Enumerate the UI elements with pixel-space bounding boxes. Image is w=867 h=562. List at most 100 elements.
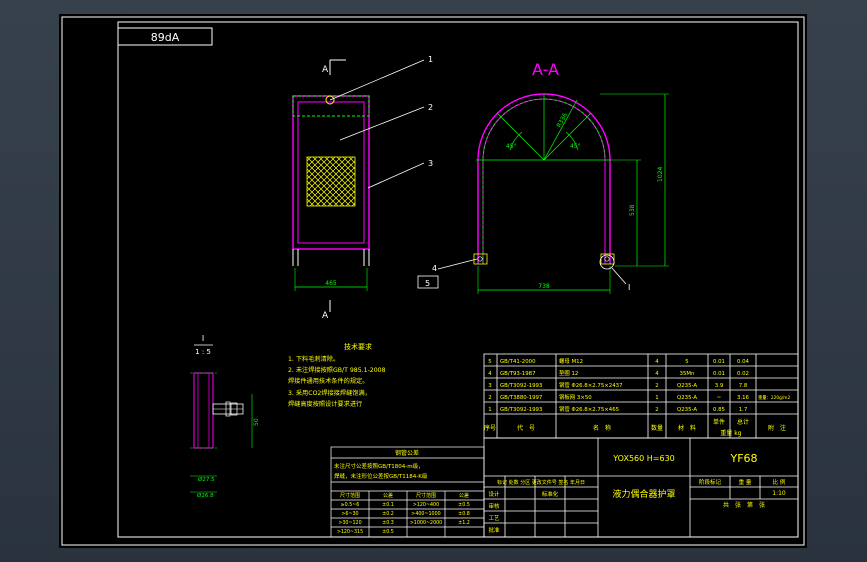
bom-h-unit: 单件 [713, 418, 725, 426]
stage-label: 阶段标记 [699, 478, 722, 486]
bom-cell-w1: 0.01 [713, 371, 725, 377]
bom-cell-no: 2 [488, 395, 491, 401]
bom-cell-w1: 0.85 [713, 407, 725, 413]
bom-h-total: 总计 [737, 418, 749, 426]
mesh-panel [306, 156, 356, 207]
bom-cell-no: 1 [488, 407, 491, 413]
tol-h-tol1: 公差 [383, 492, 393, 499]
drawing-sheet: 89dA A A 1 2 3 465 A-A R336 45° 45° 1024… [59, 14, 807, 548]
tol-cell: ±0.8 [458, 511, 470, 517]
bom-cell-code: GB/T41-2000 [500, 359, 536, 365]
notes-title: 技术要求 [344, 342, 372, 351]
tol-cell: ±0.3 [382, 520, 394, 526]
tol-cell: ±0.5 [382, 529, 394, 535]
bom-cell-mat: Q235-A [677, 383, 697, 389]
bom-cell-code: GB/T3092-1993 [500, 407, 542, 413]
bom-cell-qty: 2 [655, 407, 658, 413]
role-check: 审核 [488, 502, 500, 510]
tol-h-range1: 尺寸范围 [340, 492, 360, 499]
bom-cell-code: GB/T93-1987 [500, 371, 536, 377]
detail-height-dim: 50 [253, 418, 260, 426]
callout-2: 2 [428, 103, 433, 112]
callout-1: 1 [428, 55, 433, 64]
front-width-dim: 465 [325, 280, 337, 287]
callout-4: 4 [432, 264, 437, 273]
bom-cell-qty: 1 [655, 395, 658, 401]
bom-cell-qty: 4 [655, 359, 659, 365]
bom-cell-code: GB/T3092-1993 [500, 383, 542, 389]
cut-marker-top: A [322, 65, 329, 75]
bom-h-weight: 重量 kg [720, 429, 741, 437]
bom-cell-mat: 5 [685, 359, 688, 365]
section-width-dim: 738 [538, 283, 550, 290]
tol-cell: >400~1000 [411, 511, 440, 517]
note-line-3: 焊接件通用技术条件的规定。 [288, 377, 368, 385]
role-approve: 批准 [488, 526, 500, 534]
bom-cell-mat: Q235-A [677, 395, 697, 401]
bom-cell-w1: 0.01 [713, 359, 725, 365]
detail-dia1: Ø27.5 [198, 476, 215, 483]
bom-cell-mat: 35Mn [680, 371, 695, 377]
detail-dia2: Ø26.8 [197, 492, 214, 499]
tol-h-range2: 尺寸范围 [416, 492, 436, 499]
note-line-5: 焊缝高度按照设计要求进行 [288, 400, 362, 408]
bom-h-name: 名 称 [593, 424, 611, 432]
sheet-background [59, 14, 807, 548]
tol-h-tol2: 公差 [459, 492, 469, 499]
bom-cell-qty: 4 [655, 371, 659, 377]
bom-cell-no: 3 [488, 383, 491, 389]
bom-cell-no: 5 [488, 359, 491, 365]
model-text: YOX560 H=630 [612, 454, 675, 463]
angle-right: 45° [570, 143, 581, 150]
note-line-1: 1. 下料毛刺清除。 [288, 355, 339, 363]
scale-value: 1:10 [772, 490, 786, 497]
role-process: 工艺 [488, 515, 500, 522]
bom-h-no: 序号 [484, 424, 496, 432]
callout-3: 3 [428, 159, 433, 168]
bom-cell-name: 钢管 Φ26.8×2.75×465 [559, 405, 619, 413]
tol-cell: ±0.1 [382, 502, 394, 508]
bom-cell-w2: 1.7 [739, 407, 748, 413]
bom-cell-w2: 7.8 [739, 383, 748, 389]
bom-h-mat: 材 料 [678, 424, 696, 432]
bom-cell-w1: ~ [717, 395, 722, 401]
tol-cell: ±0.5 [458, 502, 470, 508]
angle-left: 45° [506, 143, 517, 150]
callout-5: 5 [425, 279, 430, 288]
bom-h-note: 附 注 [768, 424, 786, 432]
weight-label: 重 量 [739, 478, 752, 486]
cut-marker-bottom: A [322, 311, 329, 321]
viewer-backdrop: 89dA A A 1 2 3 465 A-A R336 45° 45° 1024… [0, 0, 867, 562]
corner-code: 89dA [151, 31, 180, 44]
drawing-title: 液力偶合器护罩 [612, 488, 675, 500]
bom-cell-note: 重量：220g/m2 [758, 394, 790, 401]
detail-scale: 1 : 5 [195, 348, 211, 356]
tol-cell: ±0.2 [382, 511, 394, 517]
note-line-2: 2. 未注焊接按照GB/T 985.1-2008 [288, 366, 386, 374]
tol-cell: >120~400 [413, 502, 439, 508]
role-standard: 标准化 [542, 490, 559, 498]
section-label: A-A [532, 60, 559, 79]
bom-cell-no: 4 [488, 371, 492, 377]
tol-cell: ≥0.5~6 [341, 502, 360, 508]
bom-cell-w2: 0.02 [737, 371, 749, 377]
tol-title: 钢管公差 [395, 449, 419, 457]
section-inner-dim: 538 [629, 204, 636, 216]
bom-h-qty: 数量 [651, 424, 663, 432]
bom-cell-qty: 2 [655, 383, 658, 389]
note-line-4: 3. 采用CO2焊接接焊缝饱满， [288, 389, 371, 397]
scale-label: 比 例 [773, 478, 786, 486]
bom-cell-w2: 3.16 [737, 395, 750, 401]
section-height-dim: 1024 [657, 167, 664, 182]
bom-cell-name: 垫圈 12 [559, 369, 578, 377]
bom-cell-code: GB/T3880-1997 [500, 395, 542, 401]
tol-line-1: 未注尺寸公差按照GB/T1804-m级， [334, 462, 424, 470]
bom-cell-w1: 3.9 [715, 383, 724, 389]
sheet-label: 共 张 第 张 [723, 501, 765, 509]
detail-label: I [202, 334, 204, 343]
tol-cell: >30~120 [338, 520, 361, 526]
bom-cell-name: 钢板网 3×50 [559, 393, 592, 401]
drawing-code: YF68 [729, 452, 757, 465]
revision-header: 标记 处数 分区 更改文件号 签名 年月日 [497, 479, 585, 486]
role-design: 设计 [488, 490, 500, 498]
